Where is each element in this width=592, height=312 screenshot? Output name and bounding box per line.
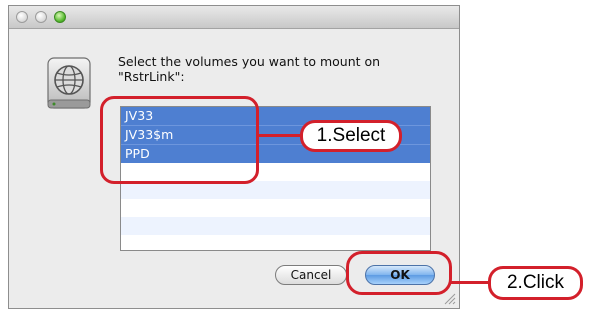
step2-callout: 2.Click [488, 266, 583, 300]
volume-list-item[interactable] [121, 217, 430, 235]
screenshot-stage: Select the volumes you want to mount on … [0, 0, 592, 312]
select-highlight-box [100, 96, 259, 184]
mount-prompt-text: Select the volumes you want to mount on … [118, 54, 381, 84]
minimize-window-button[interactable] [35, 11, 47, 23]
ok-highlight-box [346, 251, 452, 295]
select-callout-line [258, 134, 300, 137]
step1-callout: 1.Select [300, 120, 402, 152]
network-drive-icon [47, 57, 91, 109]
zoom-window-button[interactable] [54, 11, 66, 23]
close-window-button[interactable] [16, 11, 28, 23]
title-bar [9, 6, 459, 29]
click-callout-line [451, 281, 488, 284]
resize-grip-icon[interactable] [444, 293, 456, 305]
cancel-button[interactable]: Cancel [275, 265, 347, 285]
volume-list-item[interactable] [121, 199, 430, 217]
